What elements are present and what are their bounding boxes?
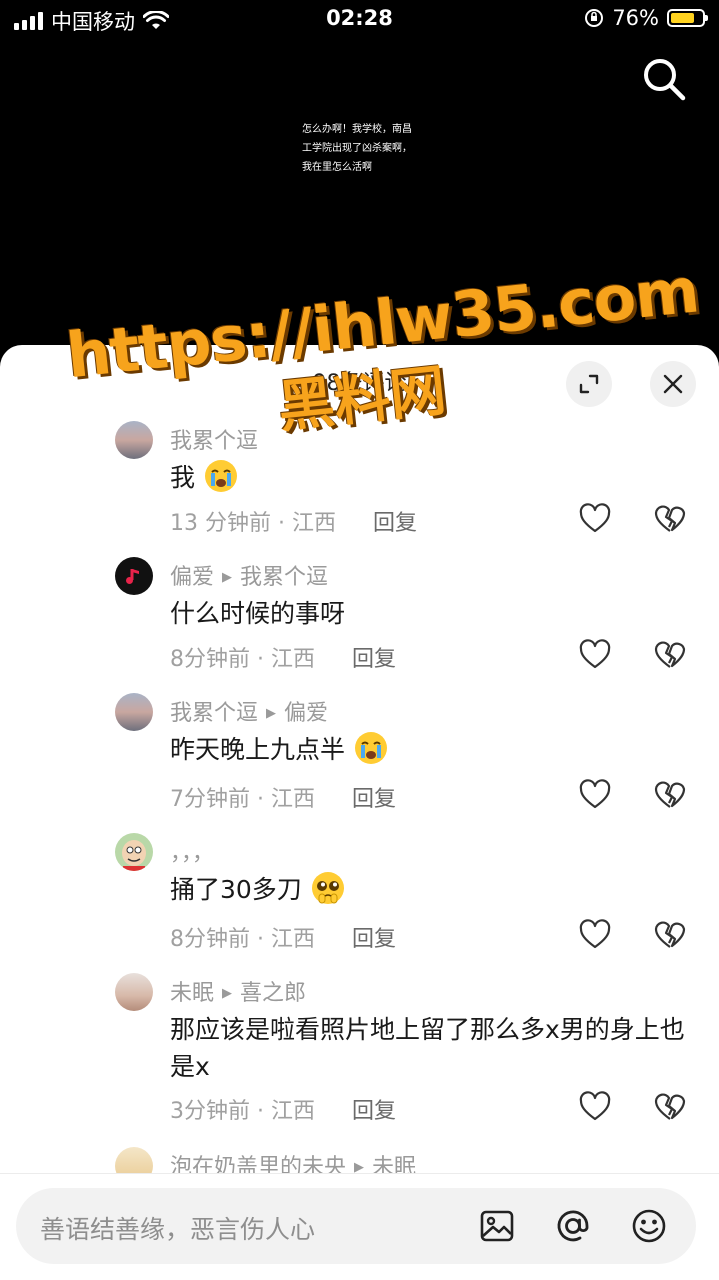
comment-text: 我 — [170, 459, 690, 497]
username[interactable]: ，，， — [170, 841, 214, 866]
comment-meta: 8分钟前 · 江西 回复 — [170, 921, 396, 953]
close-button[interactable] — [650, 361, 696, 407]
comment-input-bar: 善语结善缘，恶言伤人心 — [0, 1173, 719, 1280]
comment-body: 捅了30多刀 — [170, 875, 302, 904]
avatar[interactable] — [115, 693, 153, 731]
reply-button[interactable]: 回复 — [352, 647, 396, 672]
reply-arrow-icon: ▶ — [266, 706, 277, 721]
comment-time: 8分钟前 · 江西 — [170, 927, 315, 952]
status-right: 76% — [584, 6, 708, 30]
video-caption: 怎么办啊！我学校，南昌工学院出现了凶杀案啊，我在里怎么活啊 — [302, 124, 412, 173]
comment-time: 8分钟前 · 江西 — [170, 647, 315, 672]
music-note-icon — [126, 569, 139, 584]
reply-arrow-icon: ▶ — [222, 570, 233, 585]
battery-fill — [671, 13, 694, 23]
crying-emoji-icon — [204, 460, 237, 492]
comment-body: 昨天晚上九点半 — [170, 735, 346, 764]
comment-input-placeholder[interactable]: 善语结善缘，恶言伤人心 — [40, 1210, 315, 1246]
at-mention-icon[interactable] — [554, 1207, 592, 1245]
expand-icon — [579, 374, 599, 394]
expand-button[interactable] — [566, 361, 612, 407]
comment-meta: 13 分钟前 · 江西 回复 — [170, 505, 417, 537]
comment-body: 什么时候的事呀 — [170, 599, 346, 628]
username[interactable]: 偏爱 — [170, 565, 214, 590]
like-heart-icon[interactable] — [578, 502, 612, 536]
avatar[interactable] — [115, 973, 153, 1011]
comment-text: 捅了30多刀 — [170, 871, 690, 909]
comment-body: 我 — [170, 463, 196, 492]
comment-username[interactable]: 我累个逗 — [170, 423, 258, 455]
comment-text: 那应该是啦看照片地上留了那么多x男的身上也是x — [170, 1011, 690, 1085]
reply-button[interactable]: 回复 — [352, 787, 396, 812]
comment-meta: 7分钟前 · 江西 回复 — [170, 781, 396, 813]
comment-username[interactable]: 我累个逗 ▶ 偏爱 — [170, 695, 328, 727]
reply-button[interactable]: 回复 — [373, 511, 417, 536]
comment-sheet: 98条评论 我累个逗 我 13 分钟前 · 江西 回复 偏爱 ▶ 我累个逗 什么… — [0, 345, 719, 1280]
comment-input[interactable]: 善语结善缘，恶言伤人心 — [16, 1188, 696, 1264]
comment-text: 什么时候的事呀 — [170, 595, 690, 632]
comment-time: 13 分钟前 · 江西 — [170, 511, 336, 536]
like-heart-icon[interactable] — [578, 1090, 612, 1124]
username[interactable]: 未眠 — [170, 981, 214, 1006]
crying-emoji-icon — [354, 732, 387, 764]
like-heart-icon[interactable] — [578, 918, 612, 952]
comment-username[interactable]: 未眠 ▶ 喜之郎 — [170, 975, 306, 1007]
reply-button[interactable]: 回复 — [352, 1099, 396, 1124]
comment-meta: 8分钟前 · 江西 回复 — [170, 641, 396, 673]
image-icon[interactable] — [478, 1207, 516, 1245]
dislike-broken-heart-icon[interactable] — [653, 502, 687, 536]
dislike-broken-heart-icon[interactable] — [653, 1090, 687, 1124]
cartoon-avatar-icon — [122, 840, 146, 871]
reply-arrow-icon: ▶ — [222, 986, 233, 1001]
comment-time: 7分钟前 · 江西 — [170, 787, 315, 812]
username[interactable]: 我累个逗 — [170, 429, 258, 454]
avatar[interactable] — [115, 421, 153, 459]
battery-percent: 76% — [612, 6, 659, 30]
comment-meta: 3分钟前 · 江西 回复 — [170, 1093, 396, 1125]
comment-body: 那应该是啦看照片地上留了那么多x男的身上也是x — [170, 1015, 685, 1081]
comment-username[interactable]: 偏爱 ▶ 我累个逗 — [170, 559, 328, 591]
like-heart-icon[interactable] — [578, 778, 612, 812]
like-heart-icon[interactable] — [578, 638, 612, 672]
reply-to-username[interactable]: 喜之郎 — [240, 981, 306, 1006]
reply-to-username[interactable]: 我累个逗 — [240, 565, 328, 590]
avatar[interactable] — [115, 833, 153, 871]
reply-button[interactable]: 回复 — [352, 927, 396, 952]
pleading-emoji-icon — [311, 872, 344, 904]
comment-text: 昨天晚上九点半 — [170, 731, 690, 769]
emoji-icon[interactable] — [630, 1207, 668, 1245]
username[interactable]: 我累个逗 — [170, 701, 258, 726]
dislike-broken-heart-icon[interactable] — [653, 638, 687, 672]
search-icon[interactable] — [640, 55, 688, 103]
comment-time: 3分钟前 · 江西 — [170, 1099, 315, 1124]
dislike-broken-heart-icon[interactable] — [653, 918, 687, 952]
close-icon — [663, 374, 683, 394]
dislike-broken-heart-icon[interactable] — [653, 778, 687, 812]
battery-icon — [667, 9, 708, 27]
avatar[interactable] — [115, 557, 153, 595]
status-bar: 中国移动 02:28 76% — [0, 0, 719, 40]
comment-username[interactable]: ，，， — [170, 835, 214, 867]
orientation-lock-icon — [585, 9, 604, 27]
reply-to-username[interactable]: 偏爱 — [284, 701, 328, 726]
screen: 中国移动 02:28 76% 怎么办啊！我学校，南昌工学院出现了凶杀案啊，我在里… — [0, 0, 719, 1280]
